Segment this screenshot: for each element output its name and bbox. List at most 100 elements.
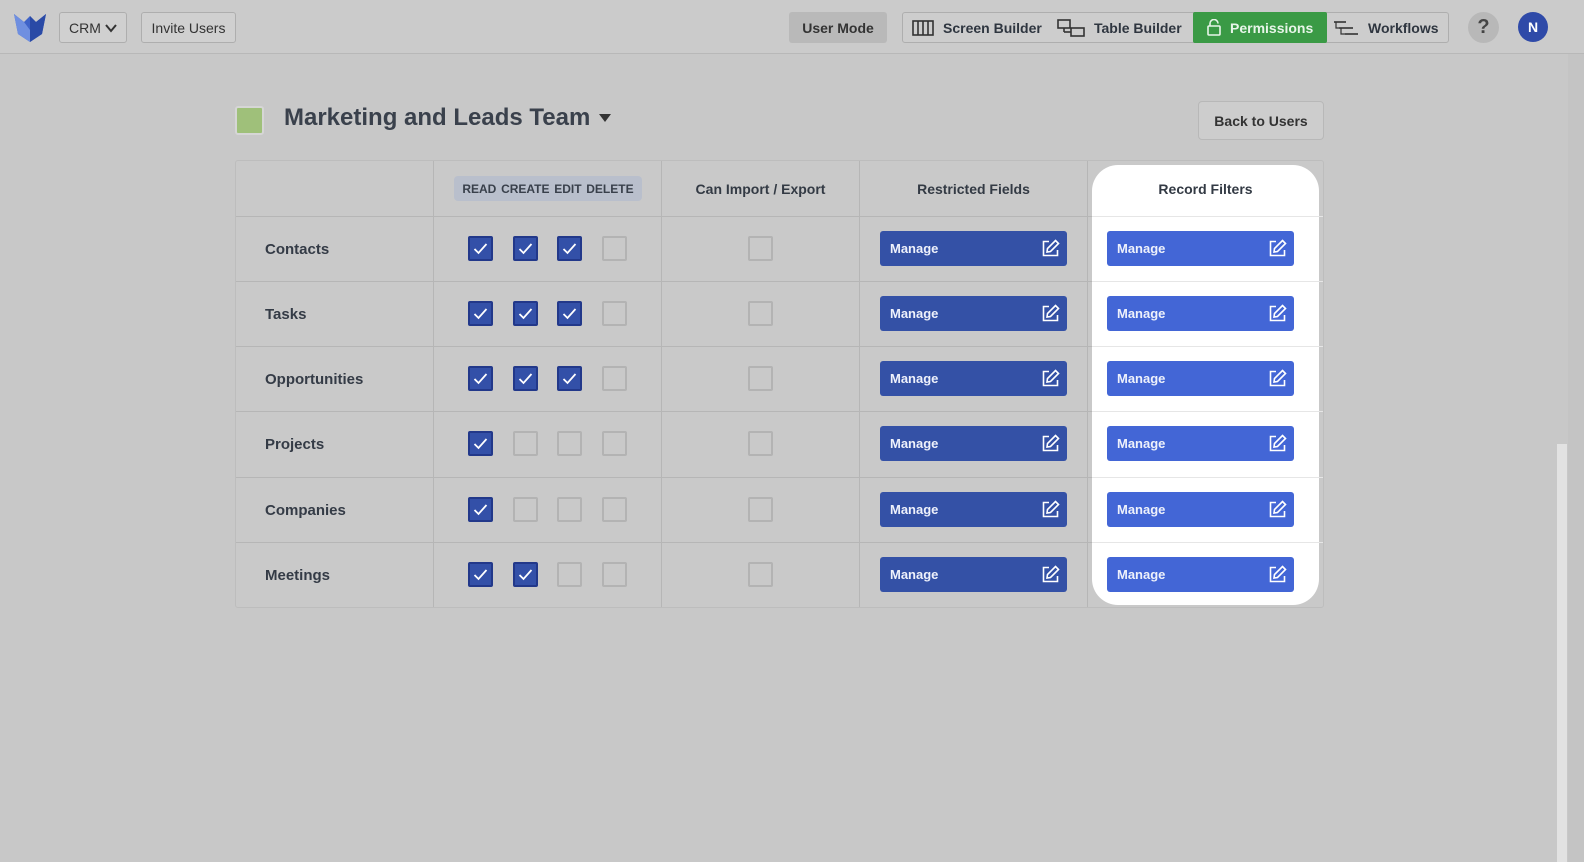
screen-builder-button[interactable]: Screen Builder [912,13,1042,42]
create-checkbox-projects[interactable] [513,431,538,456]
read-checkbox-opportunities[interactable] [468,366,493,391]
edit-checkbox-companies[interactable] [557,497,582,522]
delete-checkbox-contacts[interactable] [602,236,627,261]
page-scrollbar-track[interactable] [1568,54,1584,862]
row-label-tasks: Tasks [265,306,307,323]
screen-builder-label: Screen Builder [943,19,1042,36]
edit-checkbox-tasks[interactable] [557,301,582,326]
import-export-checkbox-projects[interactable] [748,431,773,456]
record-filters-manage-button-tasks[interactable]: Manage [1107,296,1294,331]
import-export-checkbox-contacts[interactable] [748,236,773,261]
record-filters-manage-button-opportunities[interactable]: Manage [1107,361,1294,396]
screen-builder-icon [912,19,934,36]
edit-icon [1042,500,1060,518]
read-checkbox-meetings[interactable] [468,562,493,587]
create-checkbox-companies[interactable] [513,497,538,522]
manage-label: Manage [1117,502,1166,517]
restricted-fields-manage-button-tasks[interactable]: Manage [880,296,1067,331]
header-import-export: Can Import / Export [695,180,826,197]
read-checkbox-tasks[interactable] [468,301,493,326]
permissions-table: READ CREATE EDIT DELETE Can Import / Exp… [235,160,1324,608]
create-checkbox-contacts[interactable] [513,236,538,261]
edit-icon [1269,500,1287,518]
table-builder-label: Table Builder [1094,19,1182,36]
edit-icon [1269,434,1287,452]
manage-label: Manage [1117,306,1166,321]
workflows-label: Workflows [1368,19,1439,36]
row-label-meetings: Meetings [265,567,331,584]
create-checkbox-meetings[interactable] [513,562,538,587]
edit-icon [1269,565,1287,583]
manage-label: Manage [890,371,939,386]
row-label-companies: Companies [265,502,346,519]
import-export-checkbox-opportunities[interactable] [748,366,773,391]
header-delete: DELETE [586,181,634,196]
manage-label: Manage [890,502,939,517]
edit-icon [1042,239,1060,257]
edit-checkbox-projects[interactable] [557,431,582,456]
read-checkbox-companies[interactable] [468,497,493,522]
header-record-filters: Record Filters [1158,180,1253,197]
crud-permission-header: READ CREATE EDIT DELETE [454,176,642,201]
permissions-button[interactable]: Permissions [1193,12,1328,43]
builder-mode-group: Screen Builder Table Builder Permissions [902,12,1449,43]
restricted-fields-manage-button-contacts[interactable]: Manage [880,231,1067,266]
import-export-checkbox-meetings[interactable] [748,562,773,587]
manage-label: Manage [890,436,939,451]
delete-checkbox-meetings[interactable] [602,562,627,587]
row-label-contacts: Contacts [265,241,330,258]
manage-label: Manage [1117,241,1166,256]
record-filters-manage-button-projects[interactable]: Manage [1107,426,1294,461]
edit-icon [1269,369,1287,387]
record-filters-manage-button-contacts[interactable]: Manage [1107,231,1294,266]
create-checkbox-opportunities[interactable] [513,366,538,391]
import-export-checkbox-tasks[interactable] [748,301,773,326]
restricted-fields-manage-button-meetings[interactable]: Manage [880,557,1067,592]
read-checkbox-contacts[interactable] [468,236,493,261]
edit-checkbox-contacts[interactable] [557,236,582,261]
invite-users-button[interactable]: Invite Users [141,12,236,43]
caret-down-icon [599,114,612,122]
back-to-users-button[interactable]: Back to Users [1198,101,1324,140]
team-color-swatch [235,106,264,135]
delete-checkbox-companies[interactable] [602,497,627,522]
delete-checkbox-tasks[interactable] [602,301,627,326]
restricted-fields-manage-button-projects[interactable]: Manage [880,426,1067,461]
lock-icon [1207,19,1221,36]
page-scrollbar-thumb[interactable] [1557,444,1567,862]
edit-icon [1042,369,1060,387]
edit-icon [1042,565,1060,583]
record-filters-manage-button-meetings[interactable]: Manage [1107,557,1294,592]
user-mode-button[interactable]: User Mode [789,12,887,43]
edit-icon [1269,304,1287,322]
manage-label: Manage [890,241,939,256]
edit-checkbox-meetings[interactable] [557,562,582,587]
help-button[interactable]: ? [1468,12,1499,43]
header-edit: EDIT [554,181,582,196]
edit-icon [1269,239,1287,257]
header-restricted-fields: Restricted Fields [917,180,1030,197]
record-filters-manage-button-companies[interactable]: Manage [1107,492,1294,527]
table-builder-button[interactable]: Table Builder [1057,13,1182,42]
manage-label: Manage [890,306,939,321]
edit-checkbox-opportunities[interactable] [557,366,582,391]
delete-checkbox-opportunities[interactable] [602,366,627,391]
table-builder-icon [1057,18,1085,37]
team-selector[interactable]: Marketing and Leads Team [284,104,612,132]
edit-icon [1042,434,1060,452]
row-label-projects: Projects [265,436,325,453]
read-checkbox-projects[interactable] [468,431,493,456]
manage-label: Manage [1117,436,1166,451]
user-avatar[interactable]: N [1518,12,1548,42]
app-logo-icon[interactable] [14,12,46,42]
row-label-opportunities: Opportunities [265,371,364,388]
app-select-dropdown[interactable]: CRM [59,12,127,43]
create-checkbox-tasks[interactable] [513,301,538,326]
import-export-checkbox-companies[interactable] [748,497,773,522]
restricted-fields-manage-button-companies[interactable]: Manage [880,492,1067,527]
top-bar: CRM Invite Users User Mode Screen Builde… [0,0,1584,54]
header-read: READ [462,181,497,196]
delete-checkbox-projects[interactable] [602,431,627,456]
restricted-fields-manage-button-opportunities[interactable]: Manage [880,361,1067,396]
workflows-button[interactable]: Workflows [1333,13,1439,42]
